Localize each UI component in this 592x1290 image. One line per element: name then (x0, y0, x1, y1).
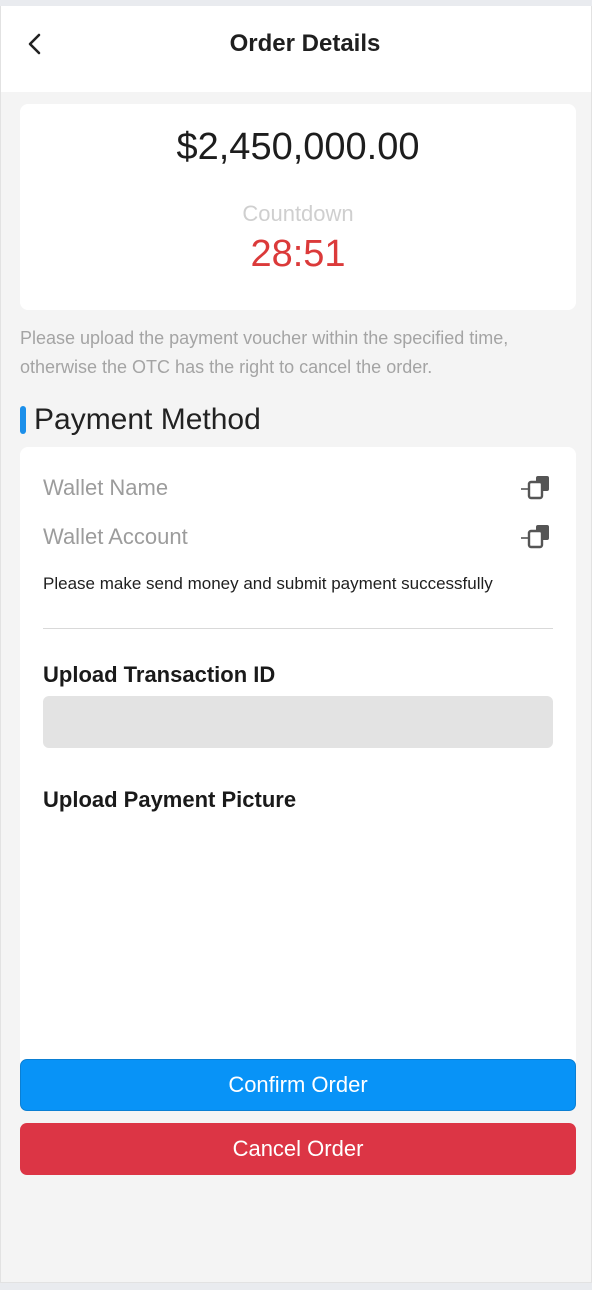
section-accent-bar (20, 406, 26, 434)
order-amount: $2,450,000.00 (176, 126, 420, 168)
order-summary-card: $2,450,000.00 Countdown 28:51 (20, 104, 576, 310)
payment-instruction: Please make send money and submit paymen… (43, 574, 493, 593)
countdown-label: Countdown (242, 201, 354, 226)
copy-icon[interactable] (519, 474, 553, 502)
payment-method-title: Payment Method (34, 403, 261, 436)
wallet-account-row: Wallet Account (43, 520, 553, 554)
payment-method-card: Wallet Name Wallet Account Please make s… (20, 447, 576, 1099)
payment-picture-upload-area[interactable] (43, 837, 553, 1077)
payment-method-heading: Payment Method (20, 400, 261, 440)
upload-notice: Please upload the payment voucher within… (20, 328, 509, 377)
transaction-id-label: Upload Transaction ID (43, 662, 276, 687)
app-header: Order Details (1, 6, 591, 92)
order-details-page: Order Details $2,450,000.00 Countdown 28… (0, 6, 592, 1283)
cancel-order-button[interactable]: Cancel Order (20, 1123, 576, 1175)
copy-icon[interactable] (519, 523, 553, 551)
wallet-name-row: Wallet Name (43, 471, 553, 505)
page-title: Order Details (229, 30, 381, 57)
payment-picture-label: Upload Payment Picture (43, 787, 297, 812)
divider (43, 628, 553, 629)
confirm-order-button[interactable]: Confirm Order (20, 1059, 576, 1111)
wallet-account-label: Wallet Account (43, 524, 188, 549)
transaction-id-input[interactable] (43, 696, 553, 748)
countdown-timer: 28:51 (250, 233, 346, 275)
wallet-name-label: Wallet Name (43, 475, 169, 500)
